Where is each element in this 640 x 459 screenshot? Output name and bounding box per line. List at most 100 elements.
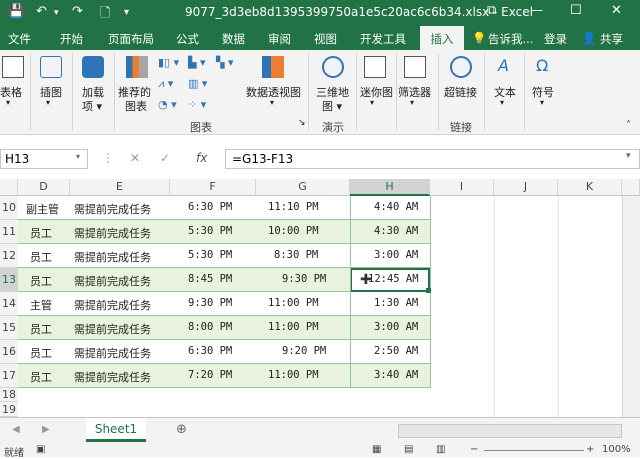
tab-page-layout[interactable]: 页面布局 <box>108 31 154 47</box>
cell-d11[interactable]: 员工 <box>30 225 52 241</box>
cell-h13[interactable]: 12:45 AM <box>368 273 419 285</box>
cell-g17[interactable]: 11:00 PM <box>268 369 319 381</box>
table-label[interactable]: 表格 <box>0 84 22 100</box>
table-row[interactable]: 员工 需提前完成任务 6:30 PM 9:20 PM 2:50 AM <box>18 340 430 364</box>
undo-icon[interactable]: ↶ <box>36 4 47 19</box>
minimize-button[interactable]: — <box>530 3 543 18</box>
cell-e15[interactable]: 需提前完成任务 <box>74 321 151 337</box>
expand-formula-bar-icon[interactable]: ▾ <box>626 151 631 161</box>
share-button[interactable]: 共享 <box>600 31 623 47</box>
normal-view-icon[interactable]: ▦ <box>372 444 381 455</box>
cell-f17[interactable]: 7:20 PM <box>188 369 232 381</box>
statistic-chart-icon[interactable]: ▥ ▾ <box>188 77 207 90</box>
text-icon[interactable]: A <box>498 56 509 75</box>
page-break-view-icon[interactable]: ▥ <box>436 444 445 455</box>
hierarchy-chart-icon[interactable]: ▙ ▾ <box>188 56 205 69</box>
row-header-11[interactable]: 11 <box>0 220 18 244</box>
cell-g11[interactable]: 10:00 PM <box>268 225 319 237</box>
table-row[interactable]: 员工 需提前完成任务 7:20 PM 11:00 PM 3:40 AM <box>18 364 430 388</box>
column-header-i[interactable]: I <box>430 179 494 196</box>
tab-home[interactable]: 开始 <box>60 31 83 47</box>
column-header-g[interactable]: G <box>256 179 350 196</box>
save-icon[interactable]: 💾 <box>8 4 24 19</box>
recommended-charts-icon[interactable] <box>126 56 148 78</box>
illustrations-label[interactable]: 插图 <box>40 84 62 100</box>
table-row[interactable]: 副主管 需提前完成任务 6:30 PM 11:10 PM 4:40 AM <box>18 196 430 220</box>
cell-e14[interactable]: 需提前完成任务 <box>74 297 151 313</box>
vertical-scrollbar-top[interactable] <box>622 179 640 196</box>
column-header-e[interactable]: E <box>70 179 170 196</box>
sparklines-icon[interactable] <box>364 56 386 78</box>
cell-d14[interactable]: 主管 <box>30 297 52 313</box>
text-label[interactable]: 文本 <box>494 84 516 100</box>
cell-h12[interactable]: 3:00 AM <box>374 249 418 261</box>
tab-view[interactable]: 视图 <box>314 31 337 47</box>
row-header-19[interactable]: 19 <box>0 402 18 417</box>
column-header-f[interactable]: F <box>170 179 256 196</box>
cell-h14[interactable]: 1:30 AM <box>374 297 418 309</box>
column-chart-icon[interactable]: ▮▯ ▾ <box>158 56 179 69</box>
cell-e10[interactable]: 需提前完成任务 <box>74 201 151 217</box>
cell-f16[interactable]: 6:30 PM <box>188 345 232 357</box>
line-chart-icon[interactable]: ⩘ ▾ <box>158 77 173 91</box>
collapse-ribbon-icon[interactable]: ˄ <box>626 120 631 131</box>
page-layout-view-icon[interactable]: ▤ <box>404 444 413 455</box>
table-icon[interactable] <box>2 56 24 78</box>
cell-e13[interactable]: 需提前完成任务 <box>74 273 151 289</box>
macro-record-icon[interactable]: ▣ <box>36 444 45 455</box>
tab-developer[interactable]: 开发工具 <box>360 31 406 47</box>
add-sheet-icon[interactable]: ⊕ <box>176 422 187 437</box>
row-header-15[interactable]: 15 <box>0 316 18 340</box>
addins-icon[interactable] <box>82 56 104 78</box>
column-header-d[interactable]: D <box>18 179 70 196</box>
cell-f11[interactable]: 5:30 PM <box>188 225 232 237</box>
namebox-dropdown-icon[interactable]: ▾ <box>76 152 80 161</box>
illustrations-icon[interactable] <box>40 56 62 78</box>
horizontal-scrollbar[interactable] <box>398 424 622 438</box>
vertical-scrollbar[interactable] <box>622 196 640 417</box>
cell-e12[interactable]: 需提前完成任务 <box>74 249 151 265</box>
cancel-icon[interactable]: ✕ <box>130 151 140 165</box>
next-sheet-icon[interactable]: ▶ <box>42 424 50 435</box>
close-button[interactable]: ✕ <box>611 3 622 18</box>
symbol-omega-icon[interactable]: Ω <box>536 56 548 75</box>
cell-f12[interactable]: 5:30 PM <box>188 249 232 261</box>
filters-icon[interactable] <box>404 56 426 78</box>
cell-e17[interactable]: 需提前完成任务 <box>74 369 151 385</box>
cell-f14[interactable]: 9:30 PM <box>188 297 232 309</box>
waterfall-chart-icon[interactable]: ▚ ▾ <box>216 56 233 69</box>
cell-e11[interactable]: 需提前完成任务 <box>74 225 151 241</box>
table-row[interactable]: 员工 需提前完成任务 8:00 PM 11:00 PM 3:00 AM <box>18 316 430 340</box>
row-header-10[interactable]: 10 <box>0 196 18 220</box>
new-document-icon[interactable]: 🗋 <box>100 4 110 26</box>
cell-d13[interactable]: 员工 <box>30 273 52 289</box>
cell-g12[interactable]: 8:30 PM <box>274 249 318 261</box>
enter-icon[interactable]: ✓ <box>160 151 170 165</box>
cell-f10[interactable]: 6:30 PM <box>188 201 232 213</box>
tab-formulas[interactable]: 公式 <box>176 31 199 47</box>
row-header-16[interactable]: 16 <box>0 340 18 364</box>
hyperlink-label[interactable]: 超链接 <box>444 84 477 100</box>
tab-file[interactable]: 文件 <box>8 31 31 47</box>
sparklines-label[interactable]: 迷你图 <box>360 84 393 100</box>
cell-h10[interactable]: 4:40 AM <box>374 201 418 213</box>
cell-d12[interactable]: 员工 <box>30 249 52 265</box>
table-row[interactable]: 员工 需提前完成任务 8:45 PM 9:30 PM 12:45 AM ✚ <box>18 268 431 293</box>
filters-label[interactable]: 筛选器 <box>398 84 431 100</box>
sign-in-link[interactable]: 登录 <box>544 31 567 47</box>
tell-me-search[interactable]: 告诉我... <box>488 31 533 47</box>
cell-f15[interactable]: 8:00 PM <box>188 321 232 333</box>
table-row[interactable]: 主管 需提前完成任务 9:30 PM 11:00 PM 1:30 AM <box>18 292 430 316</box>
row-header-17[interactable]: 17 <box>0 364 18 388</box>
cell-g15[interactable]: 11:00 PM <box>268 321 319 333</box>
scatter-chart-icon[interactable]: ⁘ ▾ <box>188 98 206 111</box>
formula-input[interactable]: =G13-F13 <box>225 149 640 169</box>
hyperlink-icon[interactable] <box>450 56 472 78</box>
select-all-corner[interactable] <box>0 179 18 196</box>
redo-icon[interactable]: ↷ <box>72 4 83 19</box>
column-header-k[interactable]: K <box>558 179 622 196</box>
column-header-j[interactable]: J <box>494 179 558 196</box>
row-header-12[interactable]: 12 <box>0 244 18 268</box>
zoom-in-icon[interactable]: + <box>586 444 594 455</box>
tab-data[interactable]: 数据 <box>222 31 245 47</box>
